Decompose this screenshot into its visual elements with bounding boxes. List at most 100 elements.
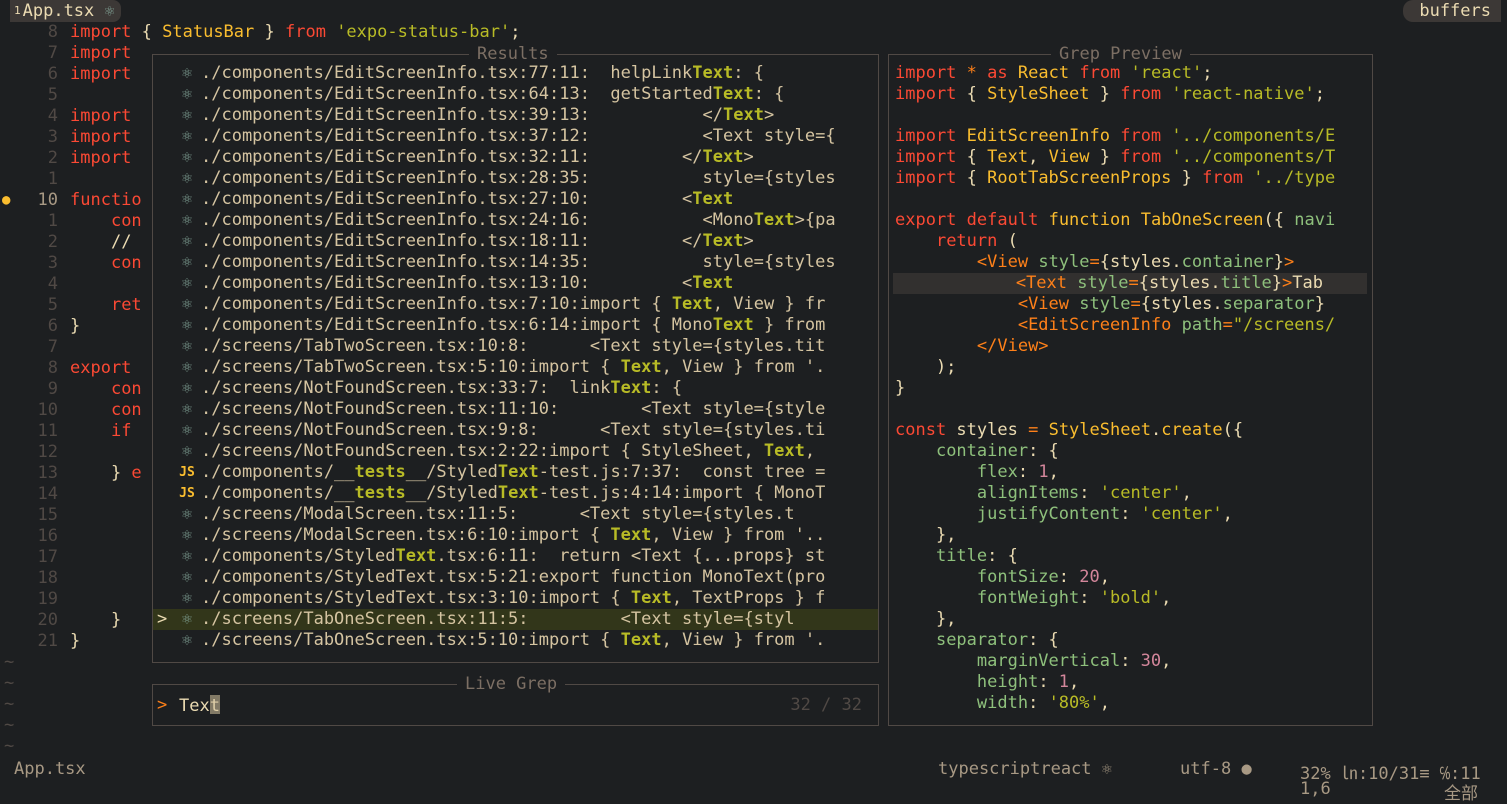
code-token: Text: [987, 147, 1029, 167]
lightbulb-icon[interactable]: ●: [2, 190, 10, 211]
code-token: return: [935, 231, 998, 251]
result-row[interactable]: ⚛ ./components/EditScreenInfo.tsx:28:35: …: [153, 168, 878, 189]
code-token: create: [1161, 420, 1223, 440]
result-row[interactable]: ⚛ ./components/EditScreenInfo.tsx:77:11: …: [153, 63, 878, 84]
result-row[interactable]: ⚛ ./screens/NotFoundScreen.tsx:9:8: <Text…: [153, 420, 878, 441]
result-text: ./components/EditScreenInfo.tsx:32:11: <…: [201, 147, 754, 168]
result-row[interactable]: ⚛ ./components/EditScreenInfo.tsx:32:11: …: [153, 147, 878, 168]
code-token: }: [1171, 168, 1203, 188]
result-row[interactable]: ⚛ ./components/EditScreenInfo.tsx:39:13: …: [153, 105, 878, 126]
code-token: import: [895, 126, 957, 146]
line-number: 3: [47, 127, 58, 147]
result-row[interactable]: JS ./components/__tests__/StyledText-test…: [153, 483, 878, 504]
line-number: 10: [37, 400, 58, 420]
result-text: ./components/EditScreenInfo.tsx:24:16: <…: [201, 210, 836, 231]
result-row[interactable]: ⚛ ./screens/TabTwoScreen.tsx:10:8: <Text …: [153, 336, 878, 357]
code-token: ret: [110, 295, 142, 315]
code-token: ./components/EditScreenInfo.tsx:27:10: <: [201, 189, 693, 209]
line-number: 17: [37, 547, 58, 567]
result-row[interactable]: ⚛ ./components/StyledText.tsx:5:21:export…: [153, 567, 878, 588]
code-token: <View: [1017, 294, 1070, 314]
code-token: ./components/EditScreenInfo.tsx:39:13: <…: [201, 105, 723, 125]
code-token: }: [1273, 252, 1285, 272]
result-row[interactable]: > ⚛ ./screens/TabOneScreen.tsx:11:5: <Text…: [153, 609, 878, 630]
result-text: ./components/EditScreenInfo.tsx:28:35: s…: [201, 168, 836, 189]
code-token: : {: [1028, 441, 1059, 461]
react-file-icon: ⚛: [181, 630, 193, 650]
line-number: 2: [47, 232, 58, 252]
code-token: :: [1079, 588, 1100, 608]
result-row[interactable]: ⚛ ./screens/NotFoundScreen.tsx:33:7: link…: [153, 378, 878, 399]
search-input[interactable]: Text: [179, 695, 220, 716]
code-token: , View } fr: [712, 294, 826, 314]
line-code: import: [70, 127, 131, 148]
code-token: :: [1017, 462, 1039, 482]
result-text: ./screens/TabTwoScreen.tsx:10:8: <Text s…: [201, 336, 825, 357]
code-token: ,: [1069, 672, 1080, 692]
code-token: , View } from '.: [661, 357, 826, 377]
code-token: default: [966, 210, 1039, 230]
code-token: StyleSheet: [987, 84, 1090, 104]
tab-app-tsx[interactable]: 1 App.tsx ⚛: [10, 0, 121, 22]
code-token: : {: [753, 84, 785, 104]
line-number: 11: [37, 421, 58, 441]
preview-line: <View style={styles.separator}: [895, 294, 1367, 315]
preview-line: import { StyleSheet } from 'react-native…: [895, 84, 1367, 105]
code-token: style: [1038, 252, 1090, 272]
react-file-icon: ⚛: [181, 273, 193, 293]
preview-line: <EditScreenInfo path="/screens/: [895, 315, 1367, 336]
code-token: if: [110, 421, 132, 441]
result-row[interactable]: ⚛ ./components/EditScreenInfo.tsx:13:10: …: [153, 273, 878, 294]
code-token: :: [1120, 651, 1141, 671]
result-row[interactable]: ⚛ ./components/EditScreenInfo.tsx:37:12: …: [153, 126, 878, 147]
result-row[interactable]: ⚛ ./components/EditScreenInfo.tsx:24:16: …: [153, 210, 878, 231]
code-token: ./screens/NotFoundScreen.tsx:33:7: link: [201, 378, 611, 398]
code-token: export: [70, 358, 132, 378]
result-row[interactable]: ⚛ ./screens/NotFoundScreen.tsx:2:22:impor…: [153, 441, 878, 462]
line-number: 4: [47, 106, 58, 126]
results-list[interactable]: ⚛ ./components/EditScreenInfo.tsx:77:11: …: [153, 63, 878, 658]
code-token: >: [1284, 252, 1295, 272]
preview-line: title: {: [895, 546, 1367, 567]
result-row[interactable]: ⚛ ./screens/ModalScreen.tsx:6:10:import {…: [153, 525, 878, 546]
code-token: }: [70, 610, 122, 630]
result-row[interactable]: ⚛ ./components/EditScreenInfo.tsx:14:35: …: [153, 252, 878, 273]
code-token: ./components/EditScreenInfo.tsx:13:10: <: [201, 273, 693, 293]
code-token: from: [1202, 168, 1244, 188]
result-row[interactable]: ⚛ ./components/EditScreenInfo.tsx:18:11: …: [153, 231, 878, 252]
buffers-button[interactable]: buffers: [1403, 0, 1501, 22]
code-token: } from: [753, 315, 826, 335]
line-number: 18: [37, 568, 58, 588]
react-icon: ⚛: [1101, 759, 1113, 779]
result-text: ./screens/NotFoundScreen.tsx:9:8: <Text …: [201, 420, 825, 441]
result-row[interactable]: ⚛ ./components/StyledText.tsx:3:10:import…: [153, 588, 878, 609]
result-row[interactable]: ⚛ ./screens/ModalScreen.tsx:11:5: <Text s…: [153, 504, 878, 525]
result-row[interactable]: ⚛ ./components/StyledText.tsx:6:11: retur…: [153, 546, 878, 567]
code-token: ./screens/NotFoundScreen.tsx:9:8: <Text …: [201, 420, 826, 440]
result-row[interactable]: JS ./components/__tests__/StyledText-test…: [153, 462, 878, 483]
react-file-icon: ⚛: [181, 588, 193, 608]
selection-caret: >: [157, 609, 168, 629]
preview-line: fontWeight: 'bold',: [895, 588, 1367, 609]
code-token: con: [110, 253, 142, 273]
result-row[interactable]: ⚛ ./components/EditScreenInfo.tsx:7:10:im…: [153, 294, 878, 315]
result-row[interactable]: ⚛ ./components/EditScreenInfo.tsx:27:10: …: [153, 189, 878, 210]
code-token: ({: [1263, 210, 1295, 230]
code-token: {styles.: [1138, 273, 1221, 293]
line-number: 12: [37, 442, 58, 462]
result-row[interactable]: ⚛ ./screens/TabOneScreen.tsx:5:10:import …: [153, 630, 878, 651]
code-token: , View } from '.: [661, 630, 826, 650]
code-token: ./components/StyledText.tsx:5:21:export …: [201, 567, 826, 587]
result-row[interactable]: ⚛ ./screens/TabTwoScreen.tsx:5:10:import …: [153, 357, 878, 378]
result-row[interactable]: ⚛ ./components/EditScreenInfo.tsx:64:13: …: [153, 84, 878, 105]
code-token: *: [966, 63, 977, 83]
code-token: </View>: [976, 336, 1049, 356]
result-row[interactable]: ⚛ ./components/EditScreenInfo.tsx:6:14:im…: [153, 315, 878, 336]
result-row[interactable]: ⚛ ./screens/NotFoundScreen.tsx:11:10: <Te…: [153, 399, 878, 420]
